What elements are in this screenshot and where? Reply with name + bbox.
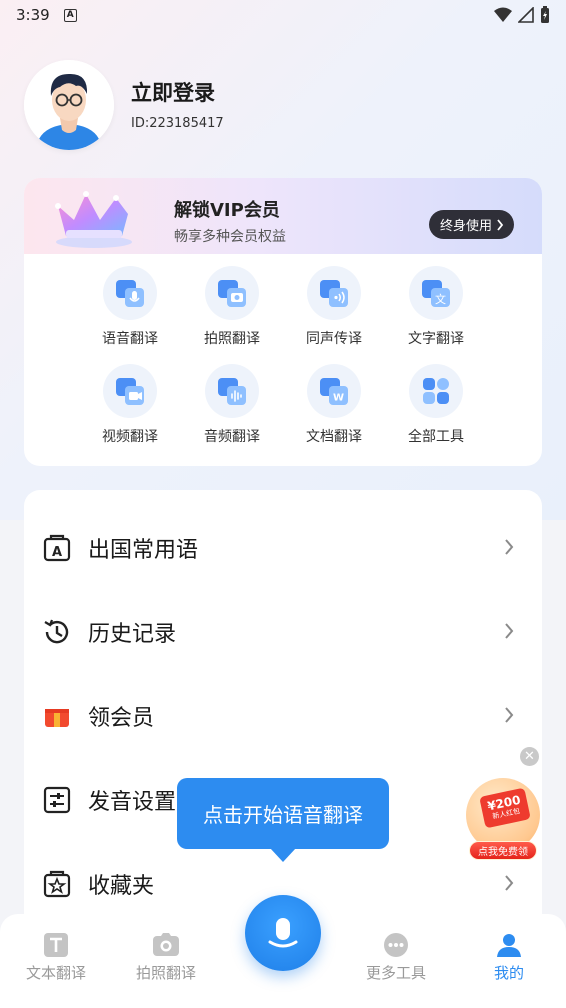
nav-label: 拍照翻译 [135, 964, 196, 982]
text-tab-icon [44, 933, 68, 957]
tool-label: 文字翻译 [408, 331, 464, 347]
notification-a-icon: A [63, 8, 77, 22]
menu-label: 领会员 [88, 706, 155, 731]
tool-simultaneous[interactable]: 同声传译 [283, 266, 385, 348]
nav-label: 文本翻译 [25, 964, 86, 982]
tool-label: 视频翻译 [102, 429, 158, 445]
promo-close-button[interactable]: ✕ [520, 747, 539, 766]
tool-label: 语音翻译 [102, 331, 158, 347]
tool-text-translate[interactable]: 文 文字翻译 [385, 266, 487, 348]
voice-record-button[interactable] [245, 895, 321, 971]
settings-sliders-icon [43, 786, 71, 814]
tool-video-translate[interactable]: 视频翻译 [79, 364, 181, 446]
tool-all-tools[interactable]: 全部工具 [385, 364, 487, 446]
camera-tab-icon [153, 933, 179, 956]
status-time: 3:39 [16, 6, 50, 24]
signal-icon [518, 7, 534, 23]
promo-redpacket[interactable]: ¥200 新人红包 点我免费领 [464, 778, 542, 860]
wifi-icon [494, 7, 512, 22]
video-translate-icon [116, 378, 144, 405]
tool-photo-translate[interactable]: 拍照翻译 [181, 266, 283, 348]
profile-tab-icon [497, 934, 521, 957]
chevron-right-icon [505, 707, 514, 723]
phrasebook-icon: A [43, 534, 71, 562]
status-icons [494, 6, 550, 24]
voice-translate-icon [116, 280, 144, 307]
chevron-right-icon [505, 623, 514, 639]
more-tools-tab-icon [384, 933, 408, 957]
tool-label: 拍照翻译 [204, 331, 260, 347]
chevron-right-icon [505, 539, 514, 555]
svg-text:A: A [52, 545, 62, 560]
login-title[interactable]: 立即登录 [131, 77, 215, 107]
tool-label: 文档翻译 [306, 429, 362, 445]
document-translate-icon: W [320, 378, 348, 405]
favorites-icon [43, 870, 71, 898]
menu-card: A 出国常用语 历史记录 领会员 发音设置 收藏夹 [24, 490, 542, 930]
menu-label: 发音设置 [88, 790, 177, 815]
user-avatar-icon [24, 60, 114, 150]
menu-label: 出国常用语 [88, 538, 199, 563]
svg-text:文: 文 [435, 292, 446, 306]
promo-claim-button[interactable]: 点我免费领 [469, 841, 537, 860]
nav-mine[interactable]: 我的 [454, 932, 564, 983]
menu-label: 收藏夹 [88, 874, 155, 899]
tools-grid: 语音翻译 拍照翻译 同声传译 文 文字翻译 视频翻译 音频翻译 W 文档翻译 全… [24, 266, 542, 446]
tool-label: 全部工具 [408, 429, 464, 445]
vip-card: 解锁VIP会员 畅享多种会员权益 终身使用 语音翻译 拍照翻译 同声传译 文 文… [24, 178, 542, 466]
tool-audio-translate[interactable]: 音频翻译 [181, 364, 283, 446]
status-bar: 3:39 A [0, 0, 566, 30]
menu-label: 历史记录 [88, 622, 177, 647]
nav-label: 我的 [493, 964, 524, 982]
vip-banner[interactable]: 解锁VIP会员 畅享多种会员权益 终身使用 [24, 178, 542, 254]
nav-label: 更多工具 [365, 964, 426, 982]
voice-tooltip: 点击开始语音翻译 [177, 778, 389, 849]
lifetime-button[interactable]: 终身使用 [428, 210, 514, 239]
nav-text-translate[interactable]: 文本翻译 [1, 932, 111, 983]
vip-title: 解锁VIP会员 [174, 200, 280, 221]
menu-item-history[interactable]: 历史记录 [24, 590, 542, 674]
text-translate-icon: 文 [422, 280, 450, 307]
tool-voice-translate[interactable]: 语音翻译 [79, 266, 181, 348]
crown-icon [55, 191, 132, 248]
close-icon: ✕ [524, 749, 535, 764]
menu-item-phrasebook[interactable]: A 出国常用语 [24, 506, 542, 590]
audio-translate-icon [218, 378, 246, 405]
vip-subtitle: 畅享多种会员权益 [174, 229, 286, 245]
user-id: ID:223185417 [131, 116, 224, 131]
chevron-right-icon [505, 875, 514, 891]
gift-icon [45, 709, 69, 727]
tool-document-translate[interactable]: W 文档翻译 [283, 364, 385, 446]
nav-more-tools[interactable]: 更多工具 [341, 932, 451, 983]
battery-icon [541, 6, 549, 23]
photo-translate-icon [218, 280, 246, 307]
avatar[interactable] [24, 60, 114, 150]
all-tools-icon [423, 378, 449, 404]
microphone-icon [268, 918, 298, 948]
svg-text:W: W [333, 393, 344, 404]
menu-item-get-vip[interactable]: 领会员 [24, 674, 542, 758]
chevron-right-icon [497, 218, 504, 231]
tool-label: 同声传译 [306, 331, 362, 347]
lifetime-button-label: 终身使用 [439, 219, 492, 234]
tooltip-tail [270, 848, 296, 862]
simultaneous-interpret-icon [320, 280, 348, 307]
nav-photo-translate[interactable]: 拍照翻译 [111, 932, 221, 983]
history-icon [44, 619, 69, 644]
tool-label: 音频翻译 [204, 429, 260, 445]
